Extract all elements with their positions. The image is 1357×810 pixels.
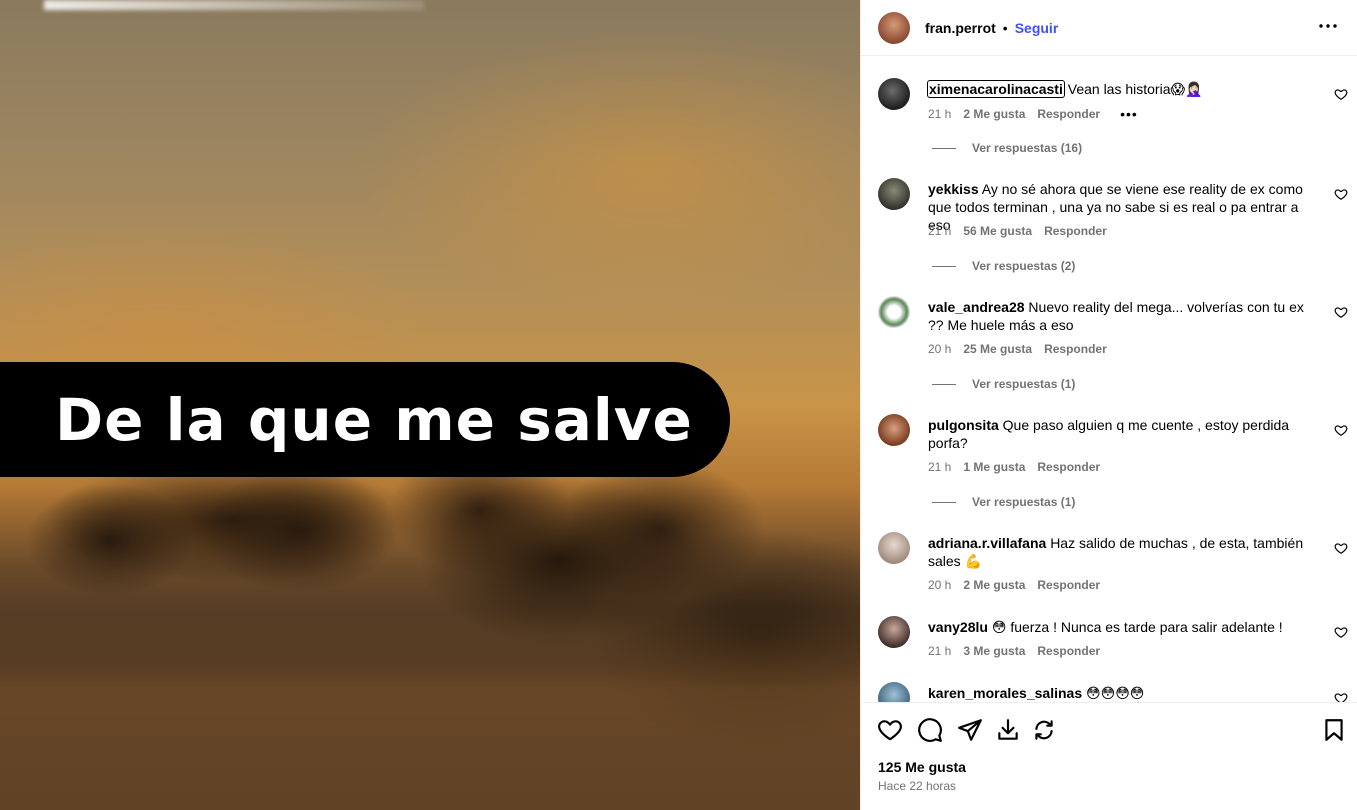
comment-like-icon[interactable]: [1334, 541, 1348, 555]
commenter-username[interactable]: karen_morales_salinas: [928, 685, 1082, 701]
replies-divider-line: [932, 383, 956, 385]
comment-body: karen_morales_salinas 😳😳😳😳: [928, 684, 1313, 702]
view-replies-label[interactable]: Ver respuestas (1): [972, 377, 1075, 391]
comment-body: ximenacarolinacasti Vean las historia😱🤦🏻…: [927, 80, 1313, 98]
follow-button[interactable]: Seguir: [1015, 20, 1059, 36]
replies-divider-line: [932, 147, 956, 149]
comment-like-icon[interactable]: [1334, 87, 1348, 101]
comment-time[interactable]: 21 h: [928, 224, 951, 238]
comment-item: ximenacarolinacasti Vean las historia😱🤦🏻…: [878, 78, 1348, 168]
comment-likes[interactable]: 2 Me gusta: [963, 107, 1025, 121]
repost-icon[interactable]: [1031, 717, 1057, 743]
commenter-avatar[interactable]: [878, 682, 910, 702]
send-icon[interactable]: [957, 717, 983, 743]
commenter-avatar[interactable]: [878, 532, 910, 564]
commenter-avatar[interactable]: [878, 78, 910, 110]
reply-button[interactable]: Responder: [1044, 224, 1107, 238]
post-timestamp[interactable]: Hace 22 horas: [878, 779, 956, 793]
reply-button[interactable]: Responder: [1037, 460, 1100, 474]
comment-meta: 20 h 2 Me gusta Responder: [928, 578, 1112, 592]
download-icon[interactable]: [995, 717, 1021, 743]
commenter-username[interactable]: vany28lu: [928, 619, 988, 635]
commenter-username[interactable]: adriana.r.villafana: [928, 535, 1046, 551]
view-replies-label[interactable]: Ver respuestas (16): [972, 141, 1082, 155]
comment-meta: 21 h 3 Me gusta Responder: [928, 644, 1112, 658]
commenter-username[interactable]: pulgonsita: [928, 417, 999, 433]
comment-text: 😳 fuerza ! Nunca es tarde para salir ade…: [991, 619, 1283, 635]
comment-likes[interactable]: 1 Me gusta: [963, 460, 1025, 474]
commenter-avatar[interactable]: [878, 616, 910, 648]
commenter-avatar[interactable]: [878, 296, 910, 328]
comment-like-icon[interactable]: [1334, 305, 1348, 319]
comment-more-options-icon[interactable]: •••: [1120, 106, 1138, 122]
comment-text: 😳😳😳😳: [1086, 685, 1145, 701]
comment-item: karen_morales_salinas 😳😳😳😳: [878, 682, 1348, 702]
comment-meta: 20 h 25 Me gusta Responder: [928, 342, 1119, 356]
comment-time[interactable]: 20 h: [928, 578, 951, 592]
comment-icon[interactable]: [917, 717, 943, 743]
media-caption-text: De la que me salve: [55, 385, 693, 454]
comment-like-icon[interactable]: [1334, 625, 1348, 639]
comment-body: vany28lu 😳 fuerza ! Nunca es tarde para …: [928, 618, 1313, 636]
post-side-panel: fran.perrot • Seguir ximenacarolinacasti…: [860, 0, 1357, 810]
post-likes-count[interactable]: 125 Me gusta: [878, 759, 966, 775]
media-water-reflection: [0, 610, 860, 810]
replies-divider-line: [932, 265, 956, 267]
comment-item: vale_andrea28 Nuevo reality del mega... …: [878, 296, 1348, 406]
comment-item: vany28lu 😳 fuerza ! Nunca es tarde para …: [878, 616, 1348, 666]
commenter-avatar[interactable]: [878, 414, 910, 446]
view-replies-label[interactable]: Ver respuestas (2): [972, 259, 1075, 273]
media-caption-pill: De la que me salve: [0, 362, 730, 477]
view-replies-button[interactable]: Ver respuestas (2): [932, 259, 1075, 273]
post-media[interactable]: De la que me salve: [0, 0, 860, 810]
comment-text: Vean las historia😱🤦🏻‍♀️: [1067, 81, 1203, 97]
author-avatar[interactable]: [878, 11, 910, 44]
view-replies-label[interactable]: Ver respuestas (1): [972, 495, 1075, 509]
comment-item: adriana.r.villafana Haz salido de muchas…: [878, 532, 1348, 598]
more-options-icon[interactable]: [1316, 14, 1340, 38]
comment-time[interactable]: 20 h: [928, 342, 951, 356]
comment-body: vale_andrea28 Nuevo reality del mega... …: [928, 298, 1313, 334]
replies-divider-line: [932, 501, 956, 503]
comment-time[interactable]: 21 h: [928, 644, 951, 658]
view-replies-button[interactable]: Ver respuestas (1): [932, 377, 1075, 391]
comment-like-icon[interactable]: [1334, 187, 1348, 201]
comment-likes[interactable]: 56 Me gusta: [963, 224, 1032, 238]
comment-time[interactable]: 21 h: [928, 460, 951, 474]
bookmark-icon[interactable]: [1321, 717, 1347, 743]
post-header: fran.perrot • Seguir: [861, 0, 1357, 56]
comment-item: pulgonsita Que paso alguien q me cuente …: [878, 414, 1348, 524]
reply-button[interactable]: Responder: [1037, 644, 1100, 658]
commenter-avatar[interactable]: [878, 178, 910, 210]
comment-body: adriana.r.villafana Haz salido de muchas…: [928, 534, 1313, 570]
reply-button[interactable]: Responder: [1037, 578, 1100, 592]
commenter-username[interactable]: vale_andrea28: [928, 299, 1025, 315]
header-separator: •: [1002, 19, 1008, 36]
comment-body: pulgonsita Que paso alguien q me cuente …: [928, 416, 1313, 452]
comment-likes[interactable]: 3 Me gusta: [963, 644, 1025, 658]
comment-like-icon[interactable]: [1334, 423, 1348, 437]
comment-likes[interactable]: 2 Me gusta: [963, 578, 1025, 592]
media-progress-glow: [44, 0, 424, 10]
media-trees-silhouette: [0, 470, 860, 620]
heart-icon[interactable]: [877, 717, 903, 743]
comment-meta: 21 h 56 Me gusta Responder: [928, 224, 1119, 238]
view-replies-button[interactable]: Ver respuestas (16): [932, 141, 1082, 155]
author-username[interactable]: fran.perrot: [925, 20, 996, 36]
comments-list[interactable]: ximenacarolinacasti Vean las historia😱🤦🏻…: [861, 56, 1357, 702]
commenter-username[interactable]: yekkiss: [928, 181, 979, 197]
commenter-username[interactable]: ximenacarolinacasti: [927, 80, 1065, 98]
reply-button[interactable]: Responder: [1037, 107, 1100, 121]
view-replies-button[interactable]: Ver respuestas (1): [932, 495, 1075, 509]
post-actions-bar: 125 Me gusta Hace 22 horas: [861, 702, 1357, 810]
comment-item: yekkiss Ay no sé ahora que se viene ese …: [878, 178, 1348, 288]
comment-likes[interactable]: 25 Me gusta: [963, 342, 1032, 356]
reply-button[interactable]: Responder: [1044, 342, 1107, 356]
comment-meta: 21 h 1 Me gusta Responder: [928, 460, 1112, 474]
comment-time[interactable]: 21 h: [928, 107, 951, 121]
comment-like-icon[interactable]: [1334, 691, 1348, 702]
comment-meta: 21 h 2 Me gusta Responder •••: [928, 106, 1150, 122]
